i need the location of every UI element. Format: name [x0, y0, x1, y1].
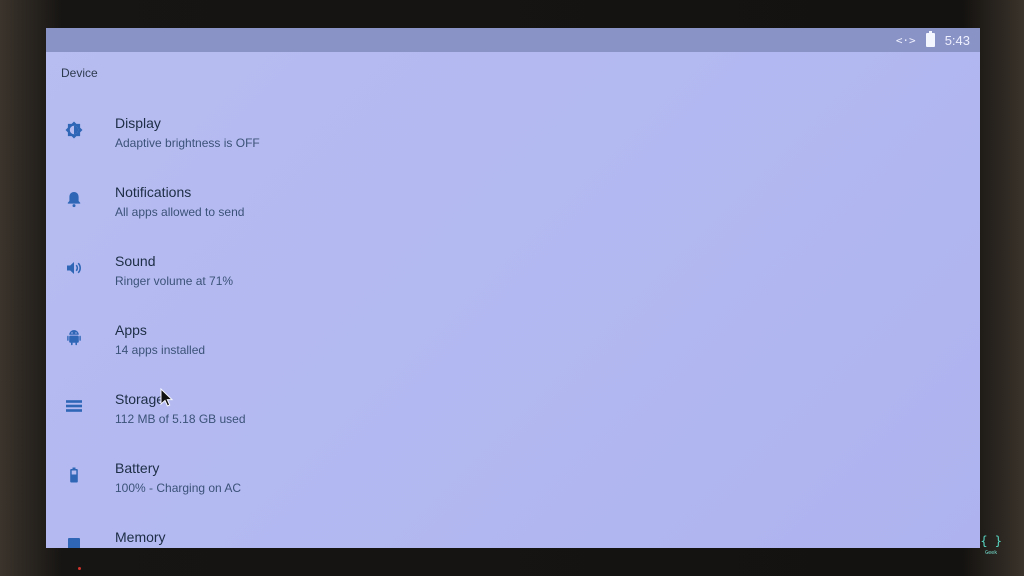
settings-item-title: Apps — [115, 322, 147, 338]
settings-item-summary: Ringer volume at 71% — [115, 274, 234, 288]
settings-item-text: Memory — [115, 528, 166, 548]
settings-item-summary: All apps allowed to send — [115, 205, 245, 219]
settings-item-title: Sound — [115, 253, 156, 269]
settings-item-summary: 14 apps installed — [115, 343, 206, 357]
settings-item-summary: 100% - Charging on AC — [115, 481, 242, 495]
watermark-mark: { } — [980, 534, 1002, 548]
settings-item-text: Storage 112 MB of 5.18 GB used — [115, 390, 246, 428]
storage-icon — [64, 396, 84, 416]
status-icons: <·> 5:43 — [896, 28, 970, 52]
settings-item-notifications[interactable]: Notifications All apps allowed to send — [46, 167, 980, 236]
android-icon — [64, 327, 84, 347]
status-bar: <·> 5:43 — [46, 28, 980, 52]
settings-item-apps[interactable]: Apps 14 apps installed — [46, 305, 980, 374]
battery-icon — [64, 465, 84, 485]
monitor-bezel: <·> 5:43 Device Display Adaptive brightn… — [0, 0, 1024, 576]
developer-icon: <·> — [895, 33, 916, 47]
display-brightness-icon — [64, 120, 84, 140]
settings-item-summary: Adaptive brightness is OFF — [115, 136, 260, 150]
battery-icon — [925, 31, 935, 47]
settings-item-storage[interactable]: Storage 112 MB of 5.18 GB used — [46, 374, 980, 443]
settings-item-title: Memory — [115, 529, 166, 545]
bell-icon — [64, 189, 84, 209]
settings-item-display[interactable]: Display Adaptive brightness is OFF — [46, 98, 980, 167]
settings-item-title: Display — [115, 115, 161, 131]
settings-item-title: Storage — [115, 391, 165, 407]
settings-item-title: Battery — [115, 460, 160, 476]
settings-item-sound[interactable]: Sound Ringer volume at 71% — [46, 236, 980, 305]
android-settings-screen: <·> 5:43 Device Display Adaptive brightn… — [46, 28, 980, 548]
settings-item-text: Apps 14 apps installed — [115, 321, 205, 359]
settings-item-title: Notifications — [115, 184, 192, 200]
settings-item-text: Battery 100% - Charging on AC — [115, 459, 241, 497]
status-time: 5:43 — [944, 32, 970, 48]
settings-item-text: Notifications All apps allowed to send — [115, 183, 244, 221]
settings-item-text: Display Adaptive brightness is OFF — [115, 114, 260, 152]
settings-item-battery[interactable]: Battery 100% - Charging on AC — [46, 443, 980, 512]
settings-item-summary: 112 MB of 5.18 GB used — [115, 412, 246, 426]
settings-list: Display Adaptive brightness is OFF Notif… — [46, 98, 980, 548]
power-led — [78, 567, 81, 570]
settings-item-text: Sound Ringer volume at 71% — [115, 252, 233, 290]
settings-item-memory[interactable]: Memory — [46, 512, 980, 548]
volume-icon — [64, 258, 84, 278]
memory-icon — [64, 534, 84, 548]
section-header-device: Device — [61, 66, 98, 80]
watermark-text: Geek — [985, 550, 998, 556]
geek-watermark: { } Geek — [980, 534, 1002, 556]
mouse-cursor — [160, 387, 174, 413]
